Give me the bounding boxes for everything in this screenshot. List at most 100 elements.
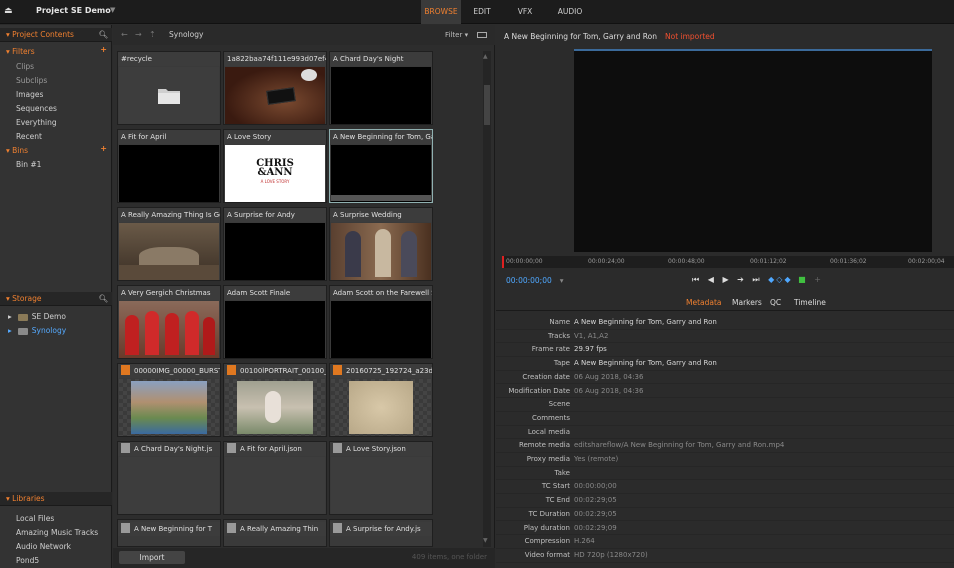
document-icon (227, 523, 236, 533)
tile-portrait-image[interactable]: 00100lPORTRAIT_00100_E (223, 363, 327, 437)
tile-love-story[interactable]: A Love Story CHRIS &ANN A LOVE STORY (223, 129, 327, 203)
tile-adam-scott-finale[interactable]: Adam Scott Finale (223, 285, 327, 359)
mark-in-out-icons[interactable]: ◆◇◆ (768, 275, 792, 284)
tile-burst-image[interactable]: 00000IMG_00000_BURST2 (117, 363, 221, 437)
tile-love-story-json[interactable]: A Love Story.json (329, 441, 433, 515)
audio-icon[interactable]: ■ (798, 275, 809, 284)
metadata-value[interactable]: Yes (remote) (574, 455, 618, 463)
metadata-value[interactable]: 06 Aug 2018, 04:36 (574, 387, 643, 395)
filter-clips[interactable]: Clips (16, 60, 34, 73)
filters-group[interactable]: ▾ Filters (6, 45, 35, 58)
tab-markers[interactable]: Markers (732, 298, 762, 307)
tab-vfx[interactable]: VFX (510, 0, 540, 24)
tab-qc[interactable]: QC (770, 298, 781, 307)
tile-surprise-wedding[interactable]: A Surprise Wedding (329, 207, 433, 281)
tab-timeline[interactable]: Timeline (794, 298, 826, 307)
tile-label: A Really Amazing Thin (224, 522, 326, 536)
tile-surprise-andy-json[interactable]: A Surprise for Andy.js (329, 519, 433, 547)
list-view-icon[interactable] (477, 32, 487, 38)
tile-20160725-image[interactable]: 20160725_192724_a23d6 (329, 363, 433, 437)
tile-fit-for-april[interactable]: A Fit for April (117, 129, 221, 203)
metadata-key: Play duration (523, 523, 570, 532)
transport-buttons[interactable]: ⏮ ◀ ▶ ➔ ⏭ (692, 275, 763, 284)
libraries-header[interactable]: ▾ Libraries (0, 492, 112, 506)
tab-metadata[interactable]: Metadata (686, 298, 722, 307)
exit-icon[interactable]: ⏏ (4, 6, 16, 16)
tab-browse[interactable]: BROWSE (421, 0, 461, 24)
bin-item[interactable]: Bin #1 (16, 158, 41, 171)
tile-gergich-christmas[interactable]: A Very Gergich Christmas (117, 285, 221, 359)
filter-everything[interactable]: Everything (16, 116, 57, 129)
metadata-value[interactable]: 00:02:29;05 (574, 496, 617, 504)
up-arrow-icon[interactable]: ⇡ (149, 30, 156, 39)
chevron-down-icon[interactable]: ▾ (560, 276, 564, 285)
tab-edit[interactable]: EDIT (466, 0, 498, 24)
tile-new-beginning-json[interactable]: A New Beginning for T (117, 519, 221, 547)
metadata-value[interactable]: 29.97 fps (574, 345, 607, 353)
library-audio-network[interactable]: Audio Network (16, 540, 71, 553)
import-button[interactable]: Import (119, 551, 185, 564)
filter-subclips[interactable]: Subclips (16, 74, 47, 87)
add-icon[interactable]: + (814, 275, 824, 284)
project-contents-header[interactable]: ▾ Project Contents 🔍︎ (0, 28, 112, 42)
storage-header[interactable]: ▾ Storage 🔍︎ (0, 292, 112, 306)
metadata-value[interactable]: V1, A1,A2 (574, 332, 608, 340)
timecode-display[interactable]: 00:00:00;00 ▾ (506, 276, 564, 285)
tile-1a822[interactable]: 1a822baa74f111e993d07ef4c (223, 51, 327, 125)
tile-thumb (331, 223, 431, 280)
browse-scrollbar[interactable] (483, 51, 491, 547)
expand-arrow-icon[interactable]: ▸ (8, 312, 12, 321)
metadata-key: Tracks (548, 331, 570, 340)
back-arrow-icon[interactable]: ← (121, 30, 128, 39)
storage-item-se-demo[interactable]: ▸ SE Demo (8, 310, 66, 324)
tile-thumb (119, 145, 219, 202)
library-pond5[interactable]: Pond5 (16, 554, 39, 567)
tab-audio[interactable]: AUDIO (552, 0, 588, 24)
tile-chard-json[interactable]: A Chard Day's Night.js (117, 441, 221, 515)
project-title[interactable]: Project SE Demo (36, 6, 111, 15)
filter-sequences[interactable]: Sequences (16, 102, 57, 115)
metadata-value[interactable]: HD 720p (1280x720) (574, 551, 648, 559)
tile-chard-days-night[interactable]: A Chard Day's Night (329, 51, 433, 125)
metadata-value[interactable]: A New Beginning for Tom, Garry and Ron (574, 318, 717, 326)
tile-recycle[interactable]: #recycle (117, 51, 221, 125)
transport-controls[interactable]: ⏮ ◀ ▶ ➔ ⏭ ◆◇◆ ■ + (692, 275, 824, 285)
tile-thumb (225, 223, 325, 280)
metadata-value[interactable]: 06 Aug 2018, 04:36 (574, 373, 643, 381)
scroll-down-icon[interactable]: ▼ (483, 537, 488, 544)
add-filter-icon[interactable]: + (100, 45, 107, 54)
bins-group[interactable]: ▾ Bins (6, 144, 28, 157)
metadata-value[interactable]: 00:02:29;05 (574, 510, 617, 518)
filter-dropdown[interactable]: Filter ▾ (445, 31, 468, 39)
metadata-value[interactable]: A New Beginning for Tom, Garry and Ron (574, 359, 717, 367)
playhead[interactable] (502, 256, 504, 268)
chevron-down-icon[interactable]: ▼ (110, 6, 115, 14)
metadata-value[interactable]: 00:00:00;00 (574, 482, 617, 490)
metadata-value[interactable]: editshareflow/A New Beginning for Tom, G… (574, 441, 784, 449)
scroll-up-icon[interactable]: ▲ (483, 53, 488, 60)
tile-adam-scott-farewell[interactable]: Adam Scott on the Farewell S (329, 285, 433, 359)
browse-scroll-thumb[interactable] (484, 85, 490, 125)
library-amazing-music[interactable]: Amazing Music Tracks (16, 526, 98, 539)
tile-new-beginning[interactable]: A New Beginning for Tom, Ga (329, 129, 433, 203)
breadcrumb[interactable]: Synology (169, 30, 203, 39)
search-icon[interactable]: 🔍︎ (98, 28, 108, 42)
expand-arrow-icon[interactable]: ▸ (8, 326, 12, 335)
timeline-ruler[interactable]: 00:00:00;00 00:00:24;00 00:00:48;00 00:0… (502, 256, 954, 268)
storage-item-synology[interactable]: ▸ Synology (8, 324, 66, 338)
filter-recent[interactable]: Recent (16, 130, 42, 143)
tile-really-amazing-json[interactable]: A Really Amazing Thin (223, 519, 327, 547)
add-bin-icon[interactable]: + (100, 144, 107, 153)
search-icon[interactable]: 🔍︎ (98, 292, 108, 306)
tile-fit-april-json[interactable]: A Fit for April.json (223, 441, 327, 515)
metadata-value[interactable]: 00:02:29;09 (574, 524, 617, 532)
tile-really-amazing[interactable]: A Really Amazing Thing Is Gc (117, 207, 221, 281)
forward-arrow-icon[interactable]: → (135, 30, 142, 39)
filter-images[interactable]: Images (16, 88, 43, 101)
metadata-value[interactable]: H.264 (574, 537, 595, 545)
tile-surprise-andy[interactable]: A Surprise for Andy (223, 207, 327, 281)
metadata-row: Comments (496, 412, 954, 426)
library-local-files[interactable]: Local Files (16, 512, 54, 525)
metadata-row: Proxy media Yes (remote) (496, 453, 954, 467)
video-player[interactable] (574, 49, 932, 252)
